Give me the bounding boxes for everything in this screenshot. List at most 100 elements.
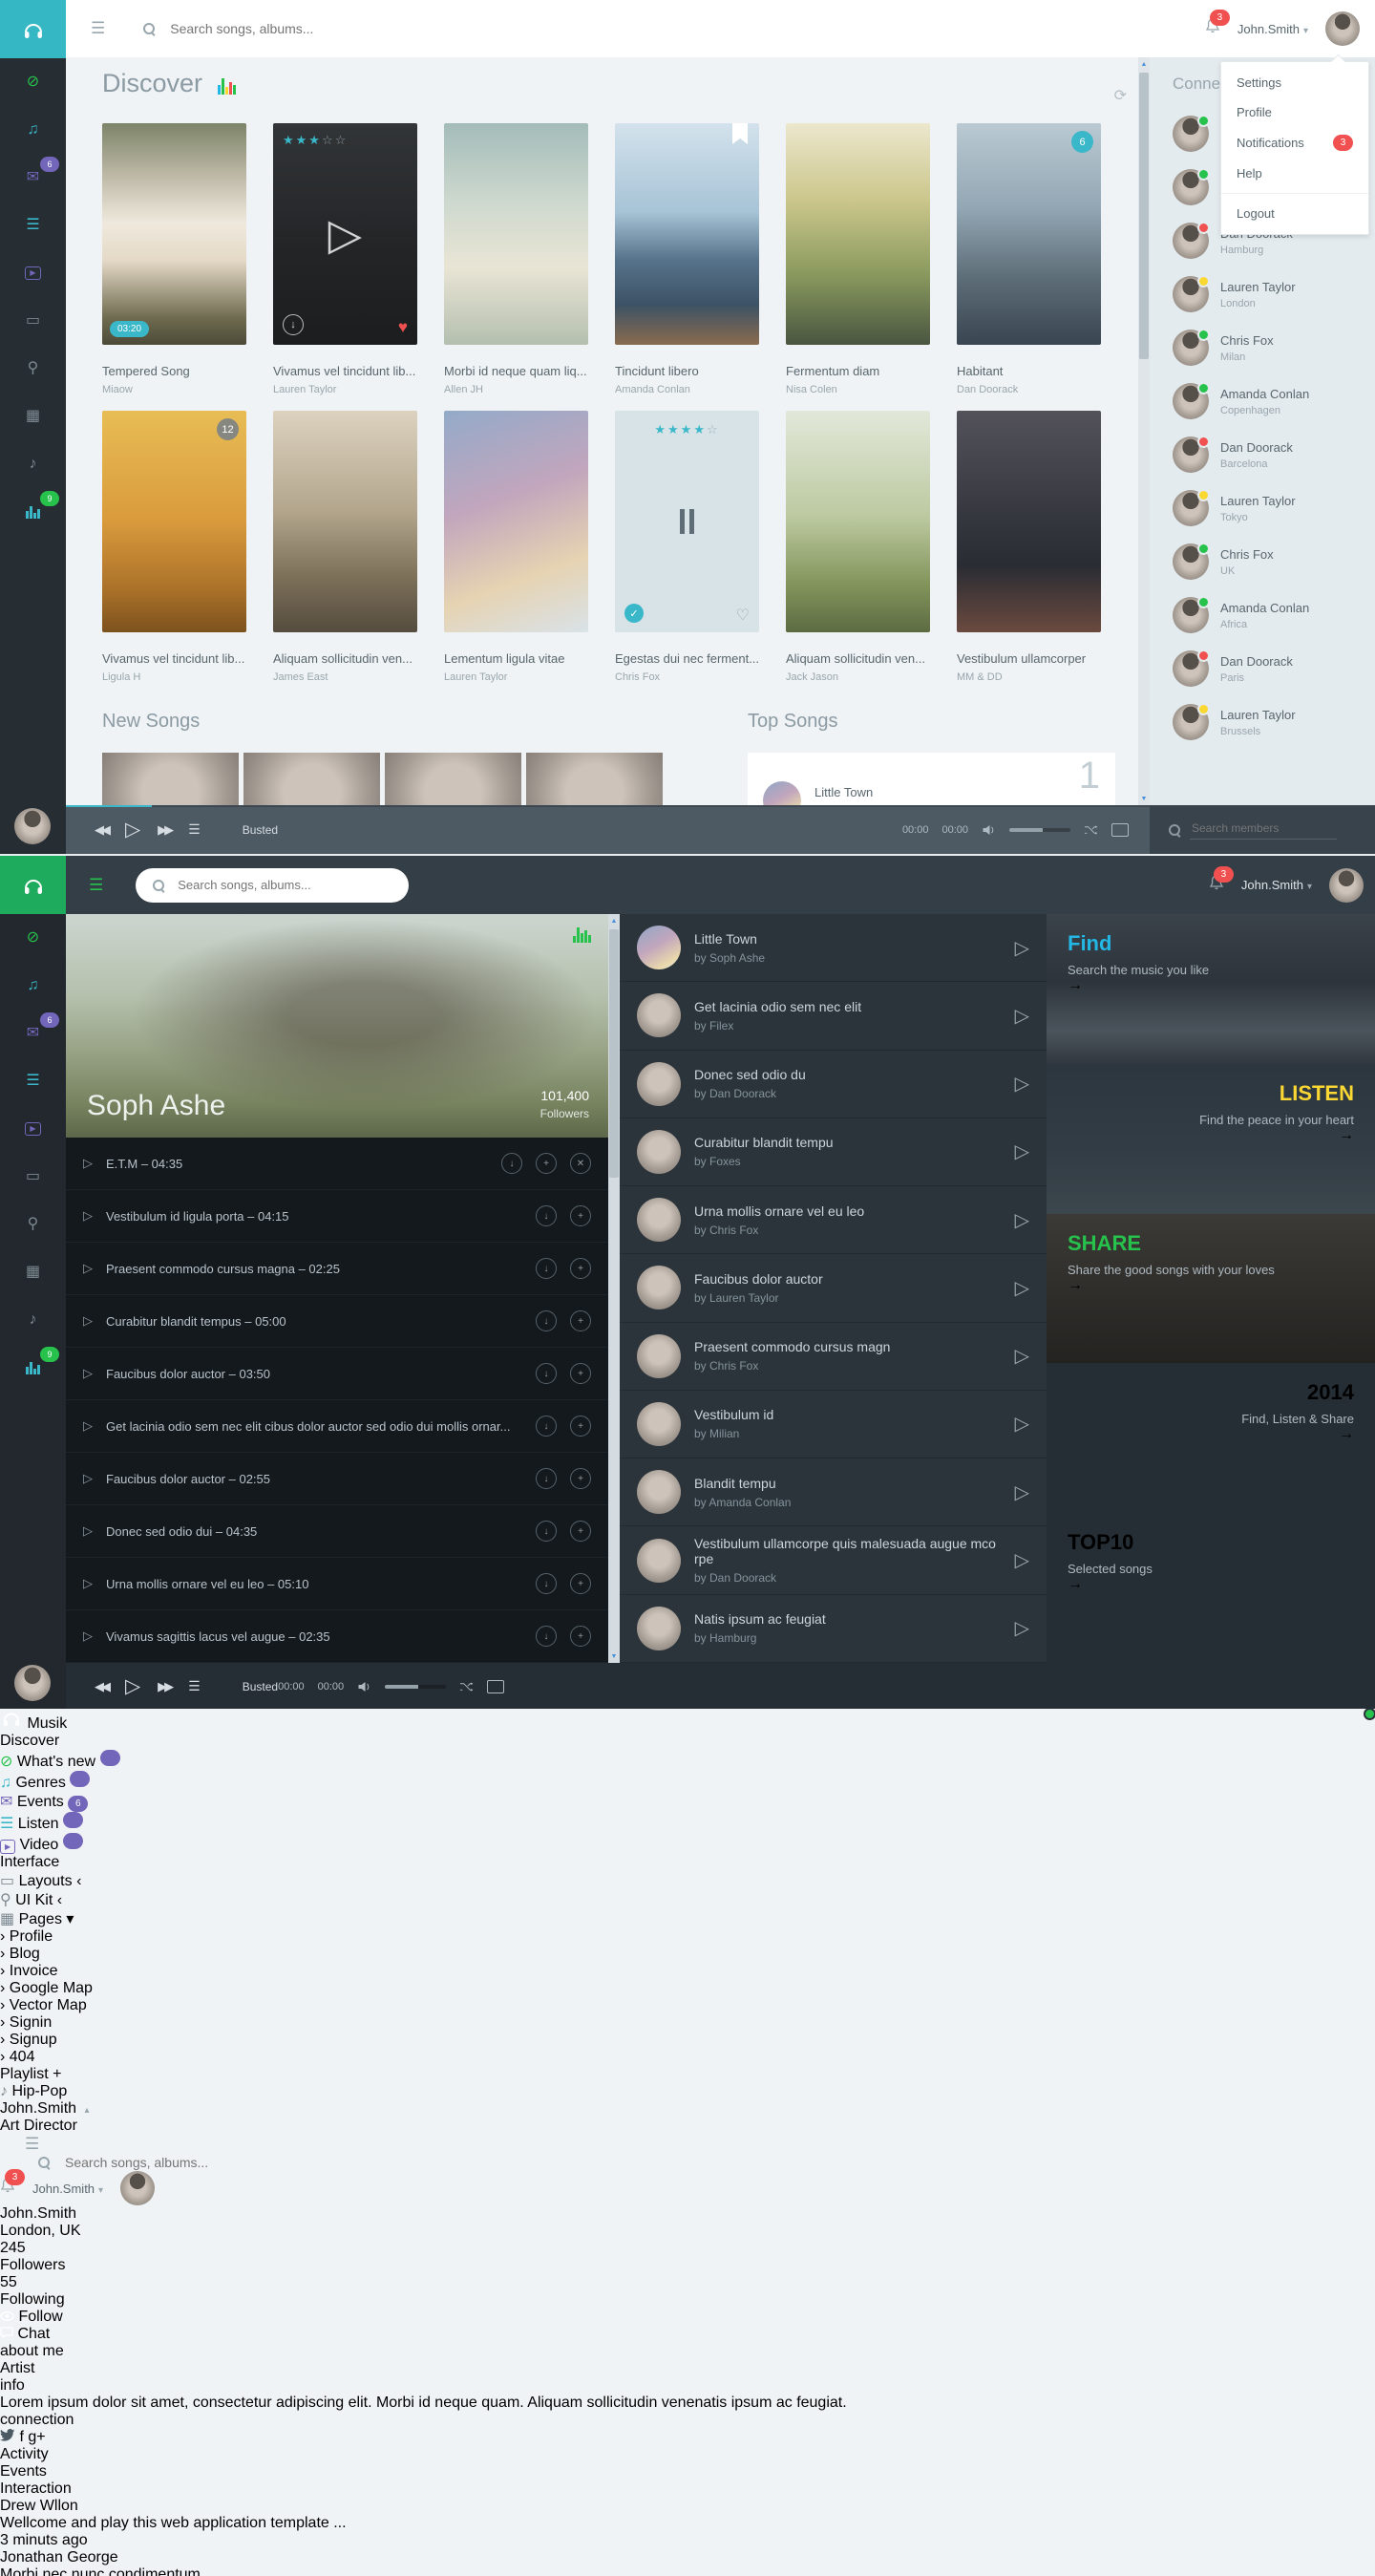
song-row[interactable]: Urna mollis ornare vel eu leoby Chris Fo… — [620, 1186, 1047, 1254]
top-song-title[interactable]: Little Town — [814, 785, 874, 799]
sidebar-subitem[interactable]: › 404 — [0, 2049, 1375, 2066]
track-row[interactable]: ▷ Curabitur blandit tempus – 05:00 ↓ + — [66, 1295, 608, 1348]
connect-user-row[interactable]: Amanda ConlanCopenhagen — [1150, 374, 1375, 428]
connect-user-row[interactable]: Chris FoxMilan — [1150, 321, 1375, 374]
album-artist[interactable]: Ligula H — [102, 671, 246, 683]
bookmark-icon[interactable] — [732, 123, 748, 144]
play-icon[interactable]: ▷ — [83, 1629, 93, 1644]
app-logo[interactable]: Musik — [0, 1709, 1375, 1733]
album-title[interactable]: Egestas dui nec ferment... — [615, 651, 759, 666]
header-avatar[interactable] — [120, 2171, 155, 2205]
arrow-right-icon[interactable]: → — [1339, 1127, 1354, 1143]
volume-icon[interactable] — [982, 824, 996, 836]
album-art[interactable]: 12 — [102, 411, 246, 632]
sidebar-toggle-icon[interactable]: ☰ — [91, 19, 105, 38]
album-art[interactable] — [444, 411, 588, 632]
scroll-up-arrow[interactable]: ▲ — [608, 914, 620, 927]
album-card[interactable]: Fermentum diam Nisa Colen — [786, 123, 930, 395]
download-icon[interactable]: ↓ — [536, 1416, 557, 1437]
song-row[interactable]: Praesent commodo cursus magnby Chris Fox… — [620, 1323, 1047, 1391]
search-input[interactable] — [63, 2154, 315, 2171]
rail-nav-icon[interactable]: ▭ — [0, 297, 66, 345]
sidebar-toggle-icon[interactable]: ☰ — [89, 876, 103, 895]
album-artist[interactable]: Jack Jason — [786, 671, 930, 683]
album-title[interactable]: Tempered Song — [102, 364, 246, 378]
play-icon[interactable]: ▷ — [1015, 936, 1029, 960]
download-icon[interactable]: ↓ — [536, 1521, 557, 1542]
download-icon[interactable]: ↓ — [536, 1468, 557, 1489]
header-avatar[interactable] — [1329, 868, 1364, 903]
track-row[interactable]: ▷ Vivamus sagittis lacus vel augue – 02:… — [66, 1610, 608, 1663]
album-card[interactable]: ★★★☆☆ ▷ ↓ ♥ Vivamus vel tincidunt lib...… — [273, 123, 417, 395]
add-icon[interactable]: + — [570, 1521, 591, 1542]
album-art[interactable]: 6 — [957, 123, 1101, 345]
sidebar-subitem[interactable]: › Vector Map — [0, 1997, 1375, 2014]
album-art[interactable] — [786, 123, 930, 345]
promo-card[interactable]: LISTEN Find the peace in your heart → — [1047, 1064, 1375, 1214]
album-card[interactable]: Aliquam sollicitudin ven... James East — [273, 411, 417, 683]
play-icon[interactable]: ▷ — [1015, 1208, 1029, 1232]
connect-user-row[interactable]: Lauren TaylorBrussels — [1150, 695, 1375, 749]
sidebar-item-hippop[interactable]: ♪ Hip-Pop — [0, 2083, 1375, 2100]
sidebar-subitem[interactable]: › Google Map — [0, 1980, 1375, 1997]
album-title[interactable]: Aliquam sollicitudin ven... — [786, 651, 930, 666]
play-icon[interactable]: ▷ — [83, 1471, 93, 1486]
activity-row[interactable]: Drew Wllon Wellcome and play this web ap… — [0, 2498, 1375, 2549]
album-card[interactable]: 03:20 Tempered Song Miaow — [102, 123, 246, 395]
album-artist[interactable]: Chris Fox — [615, 671, 759, 683]
header-avatar[interactable] — [1325, 11, 1360, 46]
sidebar-subitem[interactable]: › Signup — [0, 2032, 1375, 2049]
rail-nav-icon[interactable]: ☰ — [0, 1057, 66, 1105]
album-art[interactable]: ★★★★☆ ✓ ♡ — [615, 411, 759, 632]
volume-slider[interactable] — [385, 1685, 446, 1689]
rewind-button[interactable]: ◀◀ — [95, 1679, 108, 1694]
rail-nav-icon[interactable]: ▦ — [0, 393, 66, 440]
refresh-icon[interactable]: ⟳ — [1114, 86, 1127, 105]
rail-nav-icon[interactable]: ♫ — [0, 962, 66, 1010]
song-row[interactable]: Donec sed odio duby Dan Doorack ▷ — [620, 1051, 1047, 1118]
play-icon[interactable]: ▷ — [1015, 1480, 1029, 1504]
album-art[interactable]: 03:20 — [102, 123, 246, 345]
song-row[interactable]: Get lacinia odio sem nec elitby Filex ▷ — [620, 982, 1047, 1050]
album-artist[interactable]: Miaow — [102, 384, 246, 395]
add-icon[interactable]: + — [570, 1626, 591, 1647]
album-title[interactable]: Habitant — [957, 364, 1101, 378]
tab-activity[interactable]: Activity — [0, 2446, 1375, 2463]
download-icon[interactable]: ↓ — [536, 1258, 557, 1279]
playlist-icon[interactable]: ☰ — [188, 1678, 201, 1694]
sidebar-user-block[interactable]: John.Smith ▴ Art Director — [0, 2100, 1375, 2135]
sidebar-item[interactable]: ▭ Layouts ‹ — [0, 1871, 1375, 1890]
album-title[interactable]: Morbi id neque quam liq... — [444, 364, 588, 378]
track-row[interactable]: ▷ Get lacinia odio sem nec elit cibus do… — [66, 1400, 608, 1453]
album-card[interactable]: Aliquam sollicitudin ven... Jack Jason — [786, 411, 930, 683]
scroll-down-arrow[interactable]: ▼ — [1138, 792, 1150, 805]
sidebar-subitem[interactable]: › Blog — [0, 1946, 1375, 1963]
rail-nav-icon[interactable]: ▶ — [0, 249, 66, 297]
scrollbar[interactable]: ▲ ▼ — [1138, 57, 1150, 805]
pause-icon[interactable] — [615, 411, 759, 632]
album-art[interactable] — [615, 123, 759, 345]
album-art[interactable] — [786, 411, 930, 632]
album-artist[interactable]: James East — [273, 671, 417, 683]
menu-item-profile[interactable]: Profile — [1221, 97, 1368, 127]
album-artist[interactable]: Lauren Taylor — [273, 384, 417, 395]
chat-button[interactable]: Chat — [0, 2326, 1375, 2343]
playlist-icon[interactable]: ☰ — [188, 821, 201, 838]
user-menu[interactable]: John.Smith▾ — [32, 2182, 103, 2196]
facebook-icon[interactable]: f — [19, 2429, 23, 2445]
shuffle-icon[interactable] — [1084, 824, 1098, 836]
connect-user-row[interactable]: Amanda ConlanAfrica — [1150, 588, 1375, 642]
play-icon[interactable]: ▷ — [83, 1156, 93, 1171]
member-search-input[interactable] — [1190, 820, 1337, 840]
album-art[interactable] — [444, 123, 588, 345]
heart-outline-icon[interactable]: ♡ — [736, 606, 750, 625]
twitter-icon[interactable] — [0, 2429, 15, 2441]
album-artist[interactable]: Dan Doorack — [957, 384, 1101, 395]
album-title[interactable]: Tincidunt libero — [615, 364, 759, 378]
sidebar-subitem[interactable]: › Invoice — [0, 1963, 1375, 1980]
promo-card[interactable]: TOP10 Selected songs → — [1047, 1513, 1375, 1663]
app-logo[interactable] — [0, 856, 66, 914]
rail-nav-icon[interactable]: ☰ — [0, 202, 66, 249]
album-title[interactable]: Vestibulum ullamcorper — [957, 651, 1101, 666]
song-row[interactable]: Faucibus dolor auctorby Lauren Taylor ▷ — [620, 1254, 1047, 1322]
